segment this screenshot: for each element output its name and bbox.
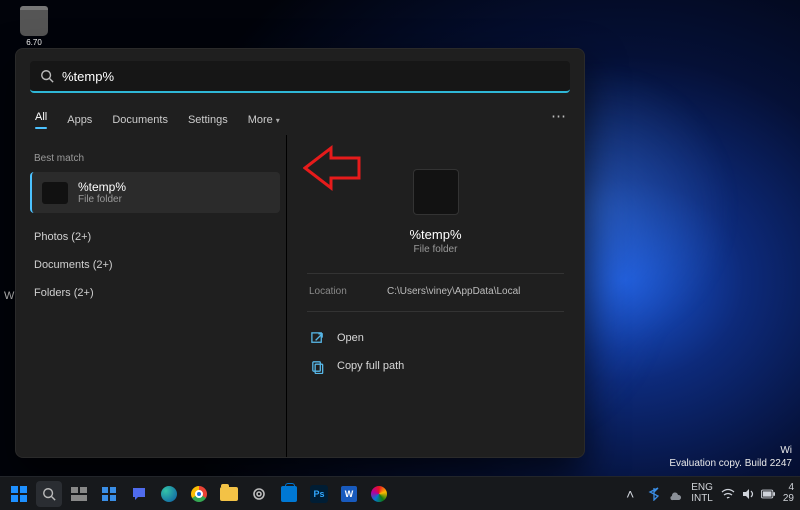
tray-overflow[interactable]: ˄ <box>621 481 639 507</box>
overflow-menu-icon[interactable]: ⋯ <box>551 107 568 125</box>
clock[interactable]: 429 <box>783 483 794 504</box>
battery-icon <box>761 487 775 501</box>
search-input[interactable] <box>62 69 560 84</box>
start-button[interactable] <box>6 481 32 507</box>
taskbar-chat[interactable] <box>126 481 152 507</box>
folder-icon <box>42 182 68 204</box>
taskbar-taskview[interactable] <box>66 481 92 507</box>
taskbar-photoshop[interactable]: Ps <box>306 481 332 507</box>
search-icon <box>40 69 54 83</box>
quick-settings[interactable] <box>721 487 775 501</box>
language-indicator[interactable]: ENGINTL <box>691 483 713 504</box>
taskbar-explorer[interactable] <box>216 481 242 507</box>
chevron-down-icon: ▾ <box>276 116 280 125</box>
taskbar-settings[interactable] <box>246 481 272 507</box>
taskbar-word[interactable]: W <box>336 481 362 507</box>
onedrive-icon[interactable] <box>669 487 683 501</box>
search-tabs: All Apps Documents Settings More▾ ⋯ <box>16 101 584 135</box>
best-match-label: Best match <box>34 153 276 164</box>
desktop-icon-label: 6.70 <box>12 38 56 47</box>
action-copy-path[interactable]: Copy full path <box>307 352 564 380</box>
system-tray: ˄ ENGINTL 429 <box>621 481 794 507</box>
action-copy-label: Copy full path <box>337 360 404 372</box>
stray-letter: W <box>4 290 14 302</box>
taskbar-edge[interactable] <box>156 481 182 507</box>
taskbar-search[interactable] <box>36 481 62 507</box>
tab-apps[interactable]: Apps <box>66 108 93 132</box>
tab-more[interactable]: More▾ <box>247 108 281 132</box>
tab-all[interactable]: All <box>34 105 48 135</box>
category-photos[interactable]: Photos (2+) <box>30 223 280 251</box>
volume-icon <box>741 487 755 501</box>
recycle-bin-icon <box>20 6 48 36</box>
action-open-label: Open <box>337 332 364 344</box>
details-location-row: Location C:\Users\viney\AppData\Local <box>307 286 564 297</box>
taskbar-widgets[interactable] <box>96 481 122 507</box>
tab-settings[interactable]: Settings <box>187 108 229 132</box>
copy-icon <box>309 358 325 374</box>
bluetooth-icon[interactable] <box>647 487 661 501</box>
wifi-icon <box>721 487 735 501</box>
divider <box>307 311 564 312</box>
divider <box>307 273 564 274</box>
evaluation-watermark: Wi Evaluation copy. Build 2247 <box>669 444 792 470</box>
best-match-result[interactable]: %temp% File folder <box>30 172 280 213</box>
details-folder-icon <box>413 169 459 215</box>
location-label: Location <box>309 286 363 297</box>
result-subtitle: File folder <box>78 194 126 205</box>
tab-documents[interactable]: Documents <box>111 108 169 132</box>
details-title: %temp% <box>307 227 564 242</box>
taskbar-store[interactable] <box>276 481 302 507</box>
details-subtitle: File folder <box>307 244 564 255</box>
taskbar-chrome[interactable] <box>186 481 212 507</box>
result-title: %temp% <box>78 180 126 194</box>
category-documents[interactable]: Documents (2+) <box>30 251 280 279</box>
search-box[interactable] <box>30 61 570 93</box>
taskbar-paint[interactable] <box>366 481 392 507</box>
category-folders[interactable]: Folders (2+) <box>30 279 280 307</box>
location-value: C:\Users\viney\AppData\Local <box>387 286 520 297</box>
desktop-recycle-bin[interactable]: 6.70 <box>12 6 56 47</box>
open-icon <box>309 330 325 346</box>
action-open[interactable]: Open <box>307 324 564 352</box>
details-panel: %temp% File folder Location C:\Users\vin… <box>286 135 584 457</box>
search-flyout: All Apps Documents Settings More▾ ⋯ Best… <box>15 48 585 458</box>
taskbar: Ps W ˄ ENGINTL 429 <box>0 476 800 510</box>
results-panel: Best match %temp% File folder Photos (2+… <box>16 135 286 457</box>
